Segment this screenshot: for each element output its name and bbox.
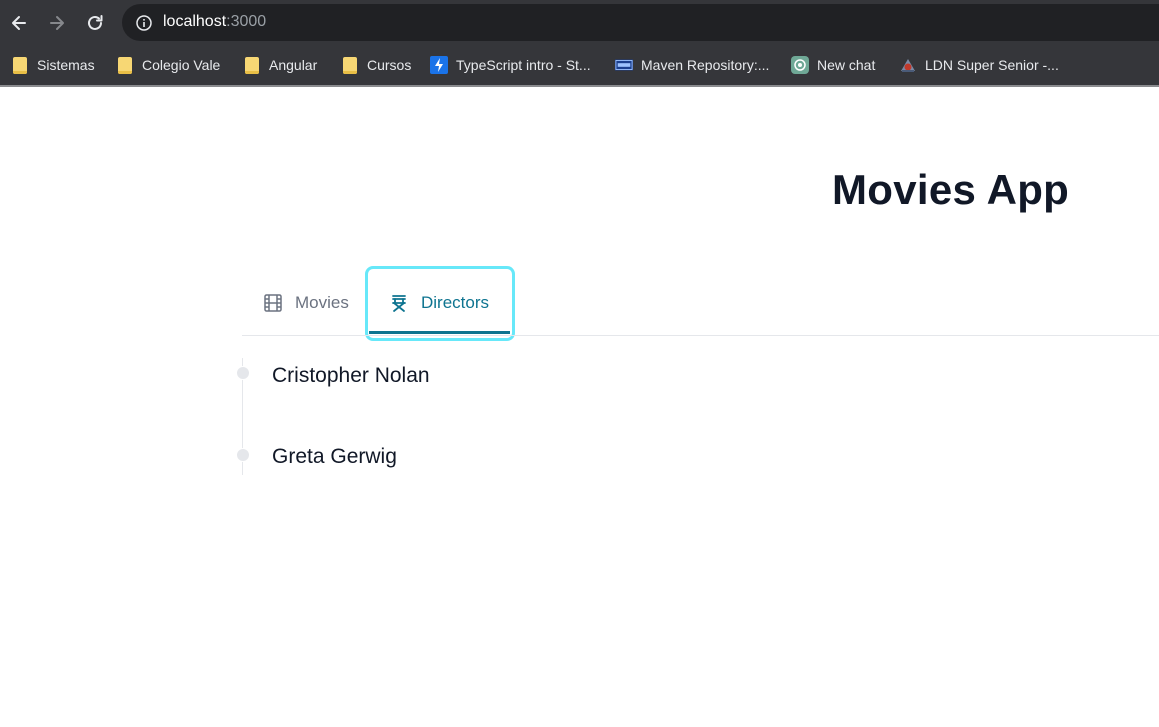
forward-button[interactable]	[42, 8, 72, 38]
folder-icon	[341, 56, 359, 74]
browser-toolbar: localhost:3000	[0, 0, 1159, 45]
director-item: Cristopher Nolan	[272, 364, 430, 387]
timeline-dot	[236, 448, 250, 462]
reload-button[interactable]	[80, 8, 110, 38]
lightning-icon	[430, 56, 448, 74]
address-bar[interactable]: localhost:3000	[122, 4, 1159, 41]
tab-movies[interactable]: Movies	[263, 284, 349, 322]
bookmark-label: Cursos	[367, 57, 412, 73]
tabs-divider	[242, 335, 1159, 336]
bookmark-ldn-super-senior[interactable]: LDN Super Senior -...	[899, 54, 1059, 76]
tab-directors[interactable]: Directors	[389, 284, 489, 322]
tab-directors-label: Directors	[421, 293, 490, 312]
ldn-icon	[899, 56, 917, 74]
url-text: localhost:3000	[163, 13, 266, 31]
bookmark-cursos[interactable]: Cursos	[341, 54, 411, 76]
bookmark-label: Maven Repository:...	[641, 57, 770, 73]
director-item: Greta Gerwig	[272, 445, 397, 468]
bookmark-colegio-vale[interactable]: Colegio Vale	[116, 54, 220, 76]
bookmark-maven-repository[interactable]: Maven Repository:...	[615, 54, 769, 76]
bookmark-label: Colegio Vale	[142, 57, 221, 73]
bookmark-sistemas[interactable]: Sistemas	[11, 54, 95, 76]
url-host: localhost	[163, 13, 227, 30]
bookmark-angular[interactable]: Angular	[243, 54, 317, 76]
bookmark-new-chat[interactable]: New chat	[791, 54, 875, 76]
chatgpt-icon	[791, 56, 809, 74]
tab-movies-label: Movies	[295, 293, 349, 312]
bookmark-label: New chat	[817, 57, 876, 73]
bookmark-label: TypeScript intro - St...	[456, 57, 591, 73]
info-icon[interactable]	[135, 14, 153, 32]
timeline-dot	[236, 366, 250, 380]
maven-icon	[615, 56, 633, 74]
back-button[interactable]	[4, 8, 34, 38]
page-title: Movies App	[832, 166, 1070, 213]
url-port: :3000	[226, 13, 267, 30]
film-icon	[264, 294, 282, 312]
folder-icon	[11, 56, 29, 74]
folder-icon	[116, 56, 134, 74]
bookmarks-bar: Sistemas Colegio Vale Angular Cursos Typ…	[0, 45, 1159, 87]
arrow-left-icon	[12, 16, 26, 30]
arrow-right-icon	[50, 16, 64, 30]
bookmark-label: LDN Super Senior -...	[925, 57, 1059, 73]
bookmark-label: Sistemas	[37, 57, 95, 73]
tab-active-indicator	[369, 331, 510, 334]
reload-icon	[88, 15, 103, 30]
bookmark-typescript-intro[interactable]: TypeScript intro - St...	[430, 54, 591, 76]
folder-icon	[243, 56, 261, 74]
director-chair-icon	[392, 295, 406, 312]
bookmark-label: Angular	[269, 57, 318, 73]
